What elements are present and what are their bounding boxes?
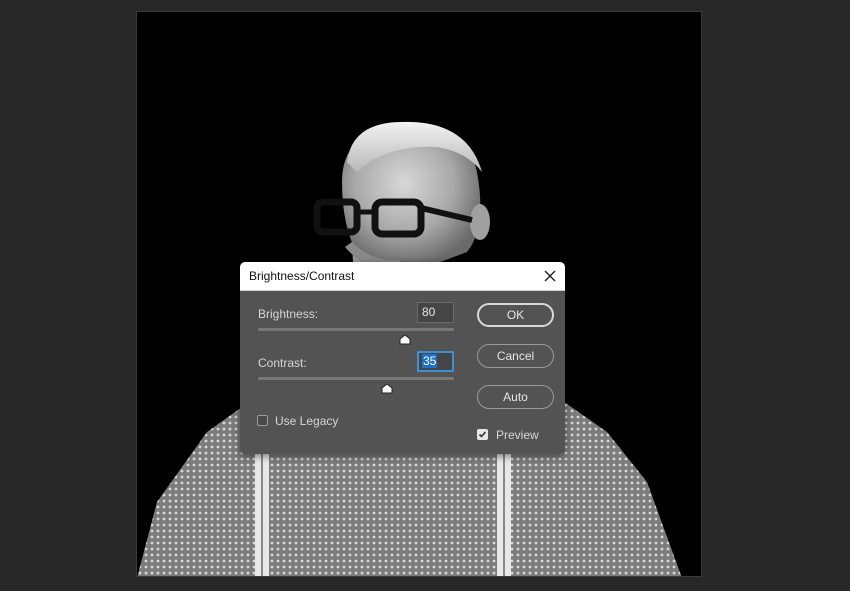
ok-button[interactable]: OK [477, 303, 554, 327]
contrast-slider-track[interactable] [258, 377, 454, 380]
brightness-slider-track[interactable] [258, 328, 454, 331]
brightness-input[interactable]: 80 [417, 302, 454, 323]
contrast-slider-thumb[interactable] [381, 381, 393, 394]
preview-checkbox[interactable] [477, 429, 488, 440]
brightness-slider-thumb[interactable] [399, 332, 411, 345]
brightness-contrast-dialog: Brightness/Contrast Brightness: 80 Contr… [240, 262, 565, 454]
contrast-value: 35 [422, 354, 438, 368]
use-legacy-label: Use Legacy [275, 414, 339, 428]
close-icon[interactable] [541, 267, 559, 285]
check-icon [478, 431, 487, 438]
dialog-titlebar[interactable]: Brightness/Contrast [240, 262, 565, 291]
brightness-label: Brightness: [258, 307, 319, 321]
cancel-button[interactable]: Cancel [477, 344, 554, 368]
dialog-title: Brightness/Contrast [249, 269, 355, 283]
contrast-input[interactable]: 35 [417, 351, 454, 372]
use-legacy-checkbox[interactable] [257, 415, 268, 426]
contrast-label: Contrast: [258, 356, 307, 370]
brightness-value: 80 [422, 305, 436, 319]
auto-button[interactable]: Auto [477, 385, 554, 409]
preview-label: Preview [496, 428, 539, 442]
